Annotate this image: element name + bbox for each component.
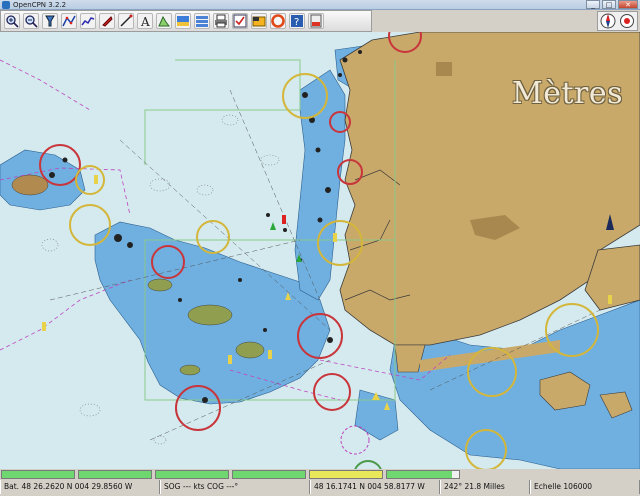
route-manager-icon xyxy=(233,14,247,28)
route-icon xyxy=(62,15,76,27)
text-button[interactable]: A xyxy=(137,13,153,29)
chart-bar-segment[interactable] xyxy=(78,470,152,479)
ship-follow-button[interactable] xyxy=(99,13,115,29)
sog-cog-field: SOG --- kts COG ---° xyxy=(160,480,310,494)
tides-icon xyxy=(158,15,170,27)
svg-text:A: A xyxy=(140,15,150,28)
measure-icon xyxy=(120,14,133,27)
chart-toolbox-icon xyxy=(196,16,208,27)
chart-bar-segment[interactable] xyxy=(232,470,306,479)
track-button[interactable] xyxy=(80,13,96,29)
currents-button[interactable] xyxy=(175,13,191,29)
chart-bar-segment[interactable] xyxy=(309,470,383,479)
measure-button[interactable] xyxy=(118,13,134,29)
close-button[interactable]: ✕ xyxy=(618,0,638,9)
print-icon xyxy=(215,14,227,28)
bearing-distance-field: 242° 21.8 Milles xyxy=(440,480,530,494)
chart-bar[interactable] xyxy=(0,470,640,480)
print-button[interactable] xyxy=(213,13,229,29)
chart-canvas[interactable]: Mètres xyxy=(0,32,640,469)
status-bar: Bat. 48 26.2620 N 004 29.8560 W SOG --- … xyxy=(0,469,640,496)
help-icon: ? xyxy=(291,15,303,28)
compass-icon xyxy=(600,13,616,29)
window-controls: _ □ ✕ xyxy=(586,0,638,9)
settings-button[interactable] xyxy=(308,13,324,29)
mob-button[interactable] xyxy=(270,13,286,29)
chart-scale-field: Echelle 106000 xyxy=(530,480,640,494)
tides-button[interactable] xyxy=(156,13,172,29)
help-button[interactable]: ? xyxy=(289,13,305,29)
zoom-in-icon xyxy=(6,15,19,28)
settings-icon xyxy=(310,14,322,28)
mob-icon xyxy=(271,14,285,28)
zoom-out-button[interactable] xyxy=(23,13,39,29)
chart-bar-segment[interactable] xyxy=(155,470,229,479)
color-scheme-button[interactable] xyxy=(251,13,267,29)
zoom-out-icon xyxy=(25,15,38,28)
gps-status-icon xyxy=(620,14,635,28)
minimize-button[interactable]: _ xyxy=(586,0,600,9)
color-scheme-icon xyxy=(252,16,266,27)
chart-toolbox-button[interactable] xyxy=(194,13,210,29)
ship-position-field: Bat. 48 26.2620 N 004 29.8560 W xyxy=(0,480,160,494)
app-icon xyxy=(2,1,10,9)
cursor-position-field: 48 16.1741 N 004 58.8177 W xyxy=(310,480,440,494)
maximize-button[interactable]: □ xyxy=(602,0,616,9)
chart-quilt-button[interactable] xyxy=(42,13,58,29)
route-manager-button[interactable] xyxy=(232,13,248,29)
chart-bar-segment[interactable] xyxy=(386,470,460,479)
window-title: OpenCPN 3.2.2 xyxy=(13,1,67,9)
chart-quilt-icon xyxy=(45,15,55,27)
track-icon xyxy=(81,17,95,26)
zoom-in-button[interactable] xyxy=(4,13,20,29)
ship-follow-icon xyxy=(102,16,113,27)
chart-bar-segment[interactable] xyxy=(1,470,75,479)
currents-icon xyxy=(177,16,189,26)
depth-units-label: Mètres xyxy=(512,76,624,111)
text-icon: A xyxy=(140,15,150,28)
title-bar: OpenCPN 3.2.2 _ □ ✕ xyxy=(0,0,640,10)
main-toolbar: A ? xyxy=(0,10,372,32)
route-button[interactable] xyxy=(61,13,77,29)
svg-text:?: ? xyxy=(294,17,299,28)
compass-panel[interactable] xyxy=(597,11,638,31)
